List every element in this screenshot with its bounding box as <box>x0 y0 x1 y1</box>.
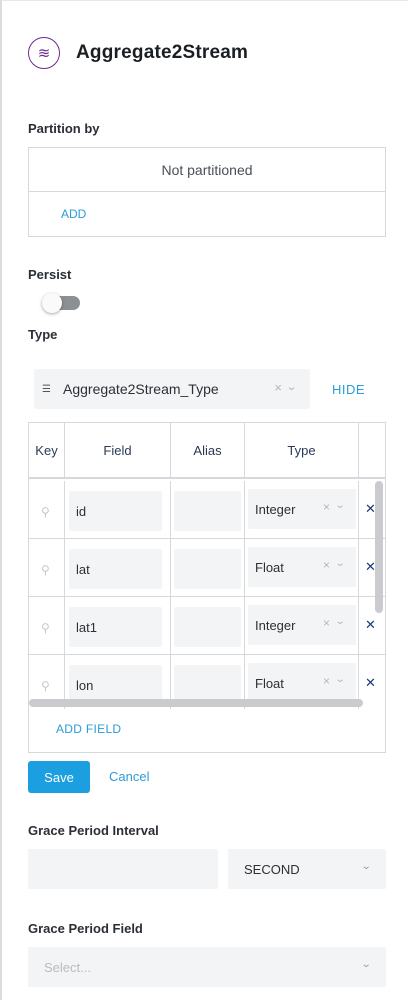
type-label: Type <box>28 327 58 342</box>
field-type-value: Integer <box>255 617 296 633</box>
field-cell: lat1 <box>65 597 171 655</box>
type-cell: Integer × ⌄ <box>245 597 359 655</box>
alias-input[interactable] <box>174 607 241 647</box>
properties-panel: ≋ Aggregate2Stream Partition by Not part… <box>0 0 408 1000</box>
field-type-select[interactable]: Float × ⌄ <box>248 547 356 587</box>
stream-waves-icon: ≋ <box>28 37 60 69</box>
chevron-down-icon[interactable]: ⌄ <box>334 558 345 569</box>
grace-interval-input[interactable] <box>28 849 218 889</box>
vertical-scrollbar[interactable] <box>375 481 383 613</box>
type-cell: Float × ⌄ <box>245 539 359 597</box>
save-button[interactable]: Save <box>28 761 90 793</box>
column-header-alias: Alias <box>171 423 245 479</box>
table-row: ⚲ lat Float × ⌄ ✕ <box>29 539 385 597</box>
field-name-input[interactable]: id <box>69 491 162 531</box>
remove-field-icon[interactable]: ✕ <box>365 675 376 691</box>
field-name-input[interactable]: lat <box>69 549 162 589</box>
field-name-input[interactable]: lat1 <box>69 607 162 647</box>
actions-cell: ✕ <box>359 655 385 709</box>
key-icon[interactable]: ⚲ <box>41 505 50 519</box>
cancel-button[interactable]: Cancel <box>109 769 149 784</box>
table-row: ⚲ lat1 Integer × ⌄ ✕ <box>29 597 385 655</box>
alias-cell <box>171 539 245 597</box>
partition-add-button[interactable]: ADD <box>29 192 385 236</box>
grace-unit-value: SECOND <box>244 861 300 877</box>
fields-table-viewport[interactable]: Key Field Alias Type ⚲ id Integer × ⌄ ✕ ⚲ … <box>29 423 385 709</box>
alias-input[interactable] <box>174 549 241 589</box>
type-select[interactable]: ☰ Aggregate2Stream_Type × ⌄ <box>34 369 310 409</box>
clear-icon[interactable]: × <box>323 674 330 688</box>
alias-cell <box>171 597 245 655</box>
grace-field-select[interactable]: Select... ⌄ <box>28 947 386 987</box>
type-select-value: Aggregate2Stream_Type <box>63 381 219 397</box>
table-row: ⚲ id Integer × ⌄ ✕ <box>29 481 385 539</box>
clear-icon[interactable]: × <box>323 558 330 572</box>
alias-cell <box>171 481 245 539</box>
key-cell[interactable]: ⚲ <box>29 597 65 655</box>
chevron-down-icon[interactable]: ⌄ <box>360 861 371 872</box>
clear-icon[interactable]: × <box>323 500 330 514</box>
alias-input[interactable] <box>174 491 241 531</box>
partition-empty-text: Not partitioned <box>29 148 385 192</box>
key-cell[interactable]: ⚲ <box>29 481 65 539</box>
persist-label: Persist <box>28 267 72 282</box>
column-header-type: Type <box>245 423 359 479</box>
grace-unit-select[interactable]: SECOND ⌄ <box>228 849 386 889</box>
field-type-value: Float <box>255 559 284 575</box>
field-type-value: Float <box>255 675 284 691</box>
chevron-down-icon[interactable]: ⌄ <box>285 380 297 393</box>
key-icon[interactable]: ⚲ <box>41 679 50 693</box>
field-cell: lat <box>65 539 171 597</box>
grace-interval-label: Grace Period Interval <box>28 823 159 838</box>
partition-label: Partition by <box>28 121 100 136</box>
field-type-select[interactable]: Float × ⌄ <box>248 663 356 703</box>
key-icon[interactable]: ⚲ <box>41 621 50 635</box>
hide-type-button[interactable]: HIDE <box>332 382 365 397</box>
column-header-key: Key <box>29 423 65 479</box>
field-type-select[interactable]: Integer × ⌄ <box>248 605 356 645</box>
list-icon: ☰ <box>42 383 51 395</box>
key-icon[interactable]: ⚲ <box>41 563 50 577</box>
grace-field-label: Grace Period Field <box>28 921 143 936</box>
column-header-actions <box>359 423 385 479</box>
grace-field-placeholder: Select... <box>44 959 91 975</box>
chevron-down-icon[interactable]: ⌄ <box>334 674 345 685</box>
field-cell: id <box>65 481 171 539</box>
type-cell: Integer × ⌄ <box>245 481 359 539</box>
field-type-value: Integer <box>255 501 296 517</box>
fields-table: Key Field Alias Type ⚲ id Integer × ⌄ ✕ ⚲ … <box>28 422 386 753</box>
panel-header: ≋ Aggregate2Stream <box>28 37 248 69</box>
clear-icon[interactable]: × <box>323 616 330 630</box>
clear-icon[interactable]: × <box>274 380 282 395</box>
chevron-down-icon[interactable]: ⌄ <box>360 959 371 970</box>
horizontal-scrollbar[interactable] <box>29 699 363 707</box>
column-header-field: Field <box>65 423 171 479</box>
chevron-down-icon[interactable]: ⌄ <box>334 500 345 511</box>
toggle-knob <box>42 293 62 313</box>
panel-title: Aggregate2Stream <box>76 42 249 63</box>
field-type-select[interactable]: Integer × ⌄ <box>248 489 356 529</box>
persist-toggle[interactable] <box>42 293 80 313</box>
chevron-down-icon[interactable]: ⌄ <box>334 616 345 627</box>
partition-box: Not partitioned ADD <box>28 147 386 237</box>
key-cell[interactable]: ⚲ <box>29 539 65 597</box>
remove-field-icon[interactable]: ✕ <box>365 617 376 633</box>
add-field-button[interactable]: ADD FIELD <box>56 722 121 736</box>
